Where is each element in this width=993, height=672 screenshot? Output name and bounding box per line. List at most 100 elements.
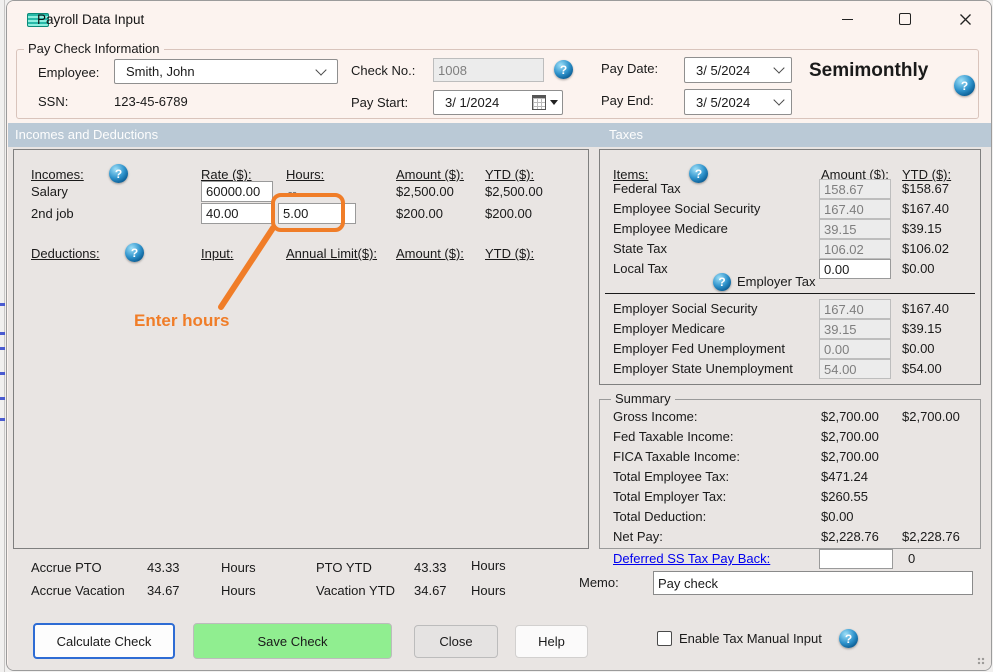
deferred-ss-tax-input[interactable]: [819, 549, 893, 569]
maximize-button[interactable]: [884, 3, 926, 35]
ded-col-amount: Amount ($):: [396, 246, 464, 262]
chevron-down-icon: [315, 64, 326, 75]
maximize-icon: [899, 13, 911, 25]
employer-tax-help-icon[interactable]: ?: [713, 273, 731, 291]
deferred-ss-tax-ytd: 0: [908, 551, 915, 567]
tax-row-name: State Tax: [613, 241, 667, 257]
summary-row-value: $2,228.76: [821, 529, 879, 545]
employee-medicare-input: [819, 219, 891, 239]
pay-end-value: 3/ 5/2024: [685, 95, 775, 110]
tax-row-name: Employee Social Security: [613, 201, 760, 217]
minimize-icon: [842, 19, 853, 20]
paycheck-info-group-label: Pay Check Information: [24, 41, 164, 56]
summary-row-value: $2,700.00: [821, 409, 879, 425]
accrue-pto-unit: Hours: [221, 560, 256, 576]
pay-start-datepicker[interactable]: 3/ 1/2024: [433, 90, 563, 115]
tax-row-name: Federal Tax: [613, 181, 681, 197]
summary-row-name: Total Employee Tax:: [613, 469, 729, 485]
second-job-hours-input[interactable]: [278, 203, 356, 224]
pay-end-select[interactable]: 3/ 5/2024: [684, 89, 792, 115]
employer-ss-input: [819, 299, 891, 319]
employer-medicare-input: [819, 319, 891, 339]
tax-row-name: Local Tax: [613, 261, 668, 277]
salary-hours-value: --: [288, 184, 297, 200]
pay-date-select[interactable]: 3/ 5/2024: [684, 57, 792, 83]
employer-state-unemployment-input: [819, 359, 891, 379]
save-check-button[interactable]: Save Check: [193, 623, 392, 659]
incomes-help-icon[interactable]: ?: [109, 164, 128, 183]
employer-fed-unemployment-ytd: $0.00: [902, 341, 935, 357]
calculate-check-button[interactable]: Calculate Check: [33, 623, 175, 659]
state-tax-ytd: $106.02: [902, 241, 949, 257]
close-button[interactable]: [944, 3, 986, 35]
summary-row-value: $0.00: [821, 509, 854, 525]
summary-row-ytd: $2,700.00: [902, 409, 960, 425]
payroll-data-input-window: Payroll Data Input Pay Check Information…: [6, 0, 992, 671]
pto-ytd-label: PTO YTD: [316, 560, 372, 576]
memo-input[interactable]: [653, 571, 973, 595]
pay-start-value: 3/ 1/2024: [434, 95, 532, 110]
summary-row-name: Total Employer Tax:: [613, 489, 726, 505]
calendar-icon: [532, 95, 546, 110]
pay-end-label: Pay End:: [601, 93, 654, 109]
close-icon: [959, 13, 972, 26]
employer-ss-ytd: $167.40: [902, 301, 949, 317]
dropdown-arrow-icon: [550, 100, 558, 105]
incomes-label: Incomes:: [31, 167, 84, 183]
minimize-button[interactable]: [826, 3, 868, 35]
deductions-help-icon[interactable]: ?: [125, 243, 144, 262]
summary-row-name: Total Deduction:: [613, 509, 706, 525]
employer-state-unemployment-ytd: $54.00: [902, 361, 942, 377]
help-button[interactable]: Help: [515, 625, 588, 658]
vacation-ytd-unit: Hours: [471, 583, 506, 599]
deferred-ss-tax-link[interactable]: Deferred SS Tax Pay Back:: [613, 551, 770, 566]
tax-items-help-icon[interactable]: ?: [689, 164, 708, 183]
accrue-vacation-value: 34.67: [147, 583, 180, 599]
vacation-ytd-value: 34.67: [414, 583, 447, 599]
check-no-help-icon[interactable]: ?: [554, 60, 573, 79]
enable-tax-manual-checkbox[interactable]: [657, 631, 672, 646]
summary-label: Summary: [611, 391, 675, 407]
local-tax-ytd: $0.00: [902, 261, 935, 277]
salary-amount: $2,500.00: [396, 184, 454, 200]
summary-row-name: FICA Taxable Income:: [613, 449, 740, 465]
employer-tax-divider: [605, 293, 975, 294]
tax-row-name: Employer State Unemployment: [613, 361, 793, 377]
pay-date-value: 3/ 5/2024: [685, 63, 775, 78]
accrue-pto-label: Accrue PTO: [31, 560, 102, 576]
summary-row-value: $471.24: [821, 469, 868, 485]
taxes-section-header: Taxes: [609, 127, 643, 143]
title-bar: Payroll Data Input: [7, 1, 991, 37]
second-job-amount: $200.00: [396, 206, 443, 222]
close-dialog-button[interactable]: Close: [414, 625, 498, 658]
frequency-help-icon[interactable]: ?: [954, 75, 975, 96]
local-tax-input[interactable]: [819, 259, 891, 279]
employer-medicare-ytd: $39.15: [902, 321, 942, 337]
enable-tax-manual-label: Enable Tax Manual Input: [679, 631, 822, 647]
memo-label: Memo:: [579, 575, 619, 591]
calendar-dropdown-button[interactable]: [532, 95, 558, 110]
accrue-vacation-label: Accrue Vacation: [31, 583, 125, 599]
pay-start-label: Pay Start:: [351, 95, 408, 111]
income-row-name: Salary: [31, 184, 68, 200]
employee-ss-input: [819, 199, 891, 219]
check-no-label: Check No.:: [351, 63, 415, 79]
ded-col-annual-limit: Annual Limit($):: [286, 246, 377, 262]
tax-manual-help-icon[interactable]: ?: [839, 629, 858, 648]
summary-row-ytd: $2,228.76: [902, 529, 960, 545]
summary-row-name: Fed Taxable Income:: [613, 429, 733, 445]
state-tax-input: [819, 239, 891, 259]
salary-rate-input[interactable]: [201, 181, 273, 202]
chevron-down-icon: [773, 94, 784, 105]
chevron-down-icon: [773, 62, 784, 73]
employee-select[interactable]: Smith, John: [114, 59, 338, 84]
summary-row-name: Gross Income:: [613, 409, 698, 425]
employee-label: Employee:: [38, 65, 99, 81]
second-job-rate-input[interactable]: [201, 203, 273, 224]
vacation-ytd-label: Vacation YTD: [316, 583, 395, 599]
accrue-vacation-unit: Hours: [221, 583, 256, 599]
pto-ytd-value: 43.33: [414, 560, 447, 576]
employee-medicare-ytd: $39.15: [902, 221, 942, 237]
accrue-pto-value: 43.33: [147, 560, 180, 576]
summary-row-value: $2,700.00: [821, 449, 879, 465]
